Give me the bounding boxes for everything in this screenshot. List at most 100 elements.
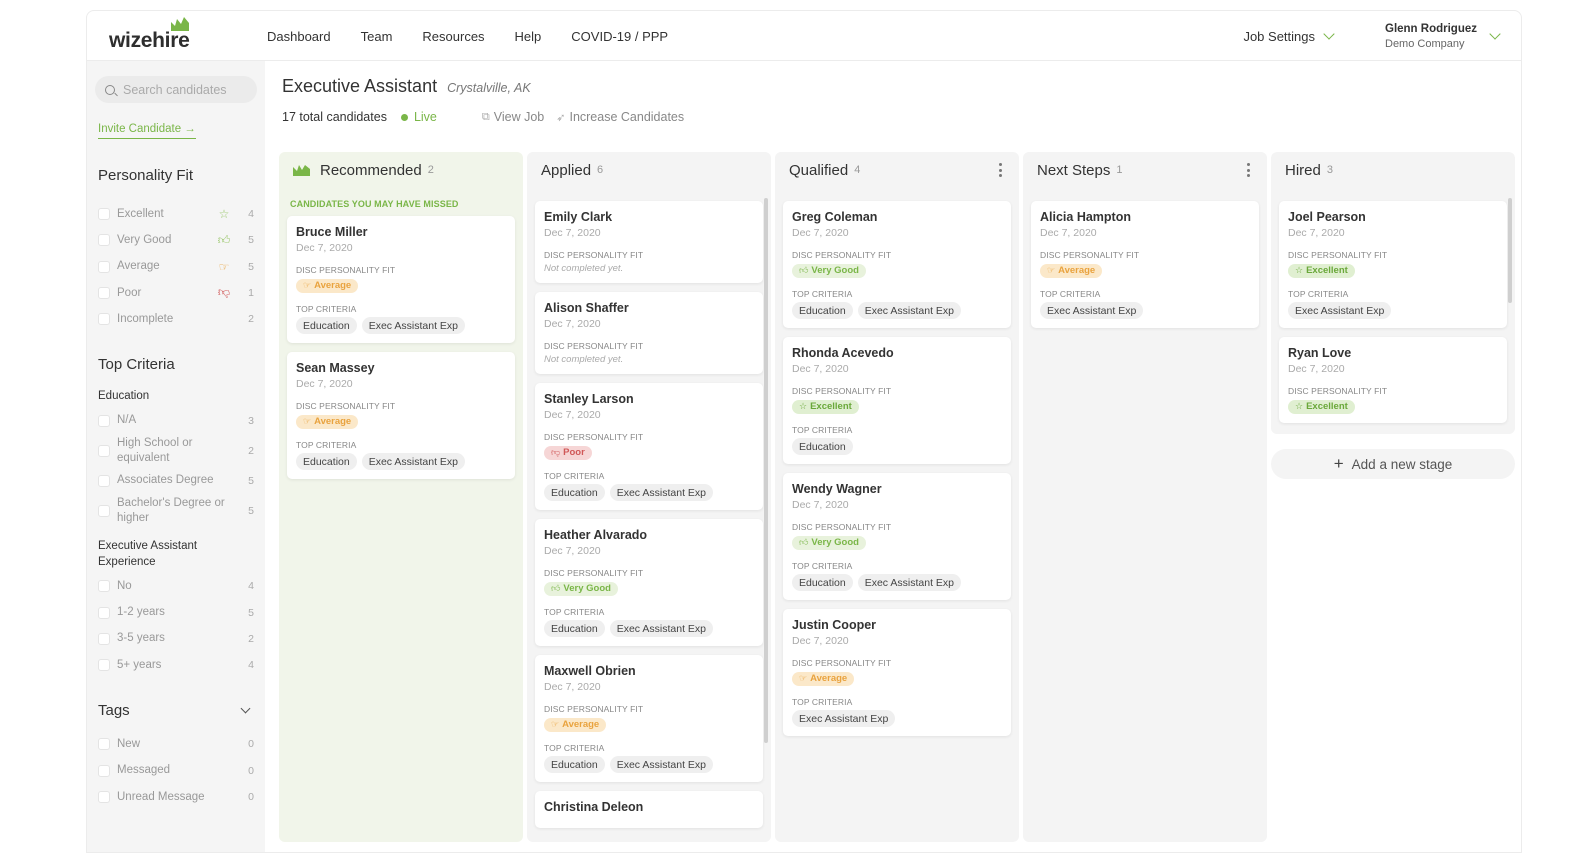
filter-option[interactable]: High School or equivalent 2 (95, 434, 257, 468)
checkbox[interactable] (98, 791, 110, 803)
checkbox[interactable] (98, 208, 110, 221)
candidate-card[interactable]: Christina Deleon (535, 791, 763, 828)
candidate-date: Dec 7, 2020 (544, 681, 601, 693)
checkbox[interactable] (98, 659, 110, 672)
fit-label: Excellent (1306, 265, 1348, 276)
checkbox[interactable] (98, 580, 110, 593)
column-menu-icon[interactable] (999, 163, 1003, 177)
candidate-card[interactable]: Heather Alvarado Dec 7, 2020 DISC PERSONAL… (535, 519, 763, 646)
checkbox[interactable] (98, 474, 110, 487)
criteria-chips: Exec Assistant Exp (792, 710, 1002, 727)
filter-option[interactable]: Bachelor's Degree or higher 5 (95, 494, 257, 528)
column-count: 1 (1116, 164, 1123, 176)
candidate-card[interactable]: Alison Shaffer Dec 7, 2020 DISC PERSONALIT… (535, 292, 763, 374)
candidate-card[interactable]: Emily Clark Dec 7, 2020 DISC PERSONALITY F… (535, 201, 763, 283)
job-header: Executive Assistant Crystalville, AK (282, 76, 531, 97)
checkbox[interactable] (98, 260, 110, 273)
candidate-card[interactable]: Sean Massey Dec 7, 2020 DISC PERSONALITY F… (287, 352, 515, 479)
invite-candidate-link[interactable]: Invite Candidate → (98, 123, 196, 139)
column-scrollbar[interactable] (1508, 198, 1512, 303)
top-criteria-label: TOP CRITERIA (296, 440, 357, 450)
app-window: wizehire Dashboard Team Resources Help C… (86, 10, 1522, 853)
add-stage-button[interactable]: + Add a new stage (1271, 449, 1515, 479)
criteria-chip: Education (296, 453, 357, 470)
filter-option[interactable]: Very Good 👍︎ 5 (95, 227, 257, 253)
filter-option[interactable]: 3-5 years 2 (95, 626, 257, 652)
filter-count: 5 (248, 606, 254, 619)
candidate-card[interactable]: Wendy Wagner Dec 7, 2020 DISC PERSONALITY … (783, 473, 1011, 600)
fit-label: Excellent (1306, 401, 1348, 412)
nav-help[interactable]: Help (515, 29, 542, 44)
checkbox[interactable] (98, 505, 110, 518)
checkbox[interactable] (98, 632, 110, 645)
search-input[interactable] (123, 82, 253, 97)
filter-option[interactable]: Messaged 0 (95, 758, 257, 784)
filter-option[interactable]: Unread Message 0 (95, 784, 257, 810)
candidate-card[interactable]: Rhonda Acevedo Dec 7, 2020 DISC PERSONALIT… (783, 337, 1011, 464)
filter-count: 4 (248, 580, 254, 593)
filter-option[interactable]: N/A 3 (95, 407, 257, 433)
candidate-card[interactable]: Bruce Miller Dec 7, 2020 DISC PERSONALITY … (287, 216, 515, 343)
candidate-card[interactable]: Joel Pearson Dec 7, 2020 DISC PERSONALITY … (1279, 201, 1507, 328)
candidate-date: Dec 7, 2020 (544, 545, 601, 557)
filter-label: Associates Degree (117, 474, 214, 487)
checkbox[interactable] (98, 313, 110, 326)
nav-team[interactable]: Team (361, 29, 393, 44)
thumbs-up-icon: 👍︎ (551, 583, 561, 593)
filter-option[interactable]: No 4 (95, 573, 257, 599)
increase-candidates-link[interactable]: ➶ Increase Candidates (556, 110, 684, 124)
filter-option[interactable]: 5+ years 4 (95, 652, 257, 678)
filter-option[interactable]: Excellent ☆ 4 (95, 201, 257, 227)
card-list: Bruce Miller Dec 7, 2020 DISC PERSONALITY … (279, 209, 523, 479)
candidate-card[interactable]: Maxwell Obrien Dec 7, 2020 DISC PERSONALIT… (535, 655, 763, 782)
user-menu[interactable]: Glenn Rodriguez Demo Company (1385, 23, 1501, 50)
candidate-card[interactable]: Justin Cooper Dec 7, 2020 DISC PERSONALITY… (783, 609, 1011, 736)
filter-count: 3 (248, 414, 254, 427)
candidate-card[interactable]: Ryan Love Dec 7, 2020 DISC PERSONALITY FIT… (1279, 337, 1507, 423)
filter-option[interactable]: Incomplete 2 (95, 306, 257, 332)
nav-resources[interactable]: Resources (422, 29, 484, 44)
candidate-date: Dec 7, 2020 (296, 378, 353, 390)
nav-covid-ppp[interactable]: COVID-19 / PPP (571, 29, 668, 44)
candidate-card[interactable]: Stanley Larson Dec 7, 2020 DISC PERSONALIT… (535, 383, 763, 510)
filter-option[interactable]: Average ☞ 5 (95, 254, 257, 280)
wizehire-logo[interactable]: wizehire (109, 17, 190, 53)
column-scrollbar[interactable] (764, 198, 768, 743)
fit-badge: ☞ Average (296, 278, 359, 293)
card-list: Emily Clark Dec 7, 2020 DISC PERSONALITY F… (527, 186, 771, 828)
card-list: Alicia Hampton Dec 7, 2020 DISC PERSONALIT… (1023, 186, 1267, 328)
criteria-chips: Exec Assistant Exp (1288, 302, 1498, 319)
checkbox[interactable] (98, 287, 110, 300)
fit-label: Excellent (810, 401, 852, 412)
fit-badge: ☆ Excellent (792, 399, 859, 414)
dot (1247, 174, 1250, 177)
filter-option[interactable]: 1-2 years 5 (95, 599, 257, 625)
job-settings-dropdown[interactable]: Job Settings (1243, 28, 1335, 44)
candidate-card[interactable]: Greg Coleman Dec 7, 2020 DISC PERSONALITY … (783, 201, 1011, 328)
chevron-down-icon[interactable] (240, 703, 251, 714)
filter-option[interactable]: New 0 (95, 731, 257, 757)
nav-dashboard[interactable]: Dashboard (267, 29, 331, 44)
checkbox[interactable] (98, 764, 110, 777)
disc-label: DISC PERSONALITY FIT (792, 658, 892, 668)
nav-right: Job Settings Glenn Rodriguez Demo Compan… (1243, 11, 1521, 61)
candidate-name: Stanley Larson (544, 392, 634, 406)
column-count: 4 (854, 164, 861, 176)
experience-filters: No 4 1-2 years 5 3-5 years 2 5+ years 4 (95, 573, 257, 678)
plus-icon: + (1333, 454, 1344, 473)
checkbox[interactable] (98, 444, 110, 457)
filter-count: 5 (248, 260, 254, 273)
checkbox[interactable] (98, 414, 110, 427)
column-next-steps: Next Steps 1 Alicia Hampton Dec 7, 2020 DISC… (1023, 152, 1267, 842)
checkbox[interactable] (98, 606, 110, 619)
view-job-link[interactable]: ⧉ View Job (482, 110, 544, 124)
top-criteria-label: TOP CRITERIA (296, 304, 357, 314)
candidate-card[interactable]: Alicia Hampton Dec 7, 2020 DISC PERSONALIT… (1031, 201, 1259, 328)
thumb-sideways-icon: ☞ (799, 673, 808, 683)
filter-option[interactable]: Poor 👎︎ 1 (95, 280, 257, 306)
checkbox[interactable] (98, 234, 110, 247)
column-menu-icon[interactable] (1247, 163, 1251, 177)
filter-option[interactable]: Associates Degree 5 (95, 468, 257, 494)
checkbox[interactable] (98, 738, 110, 751)
thumbs-up-icon: 👍︎ (217, 232, 231, 247)
